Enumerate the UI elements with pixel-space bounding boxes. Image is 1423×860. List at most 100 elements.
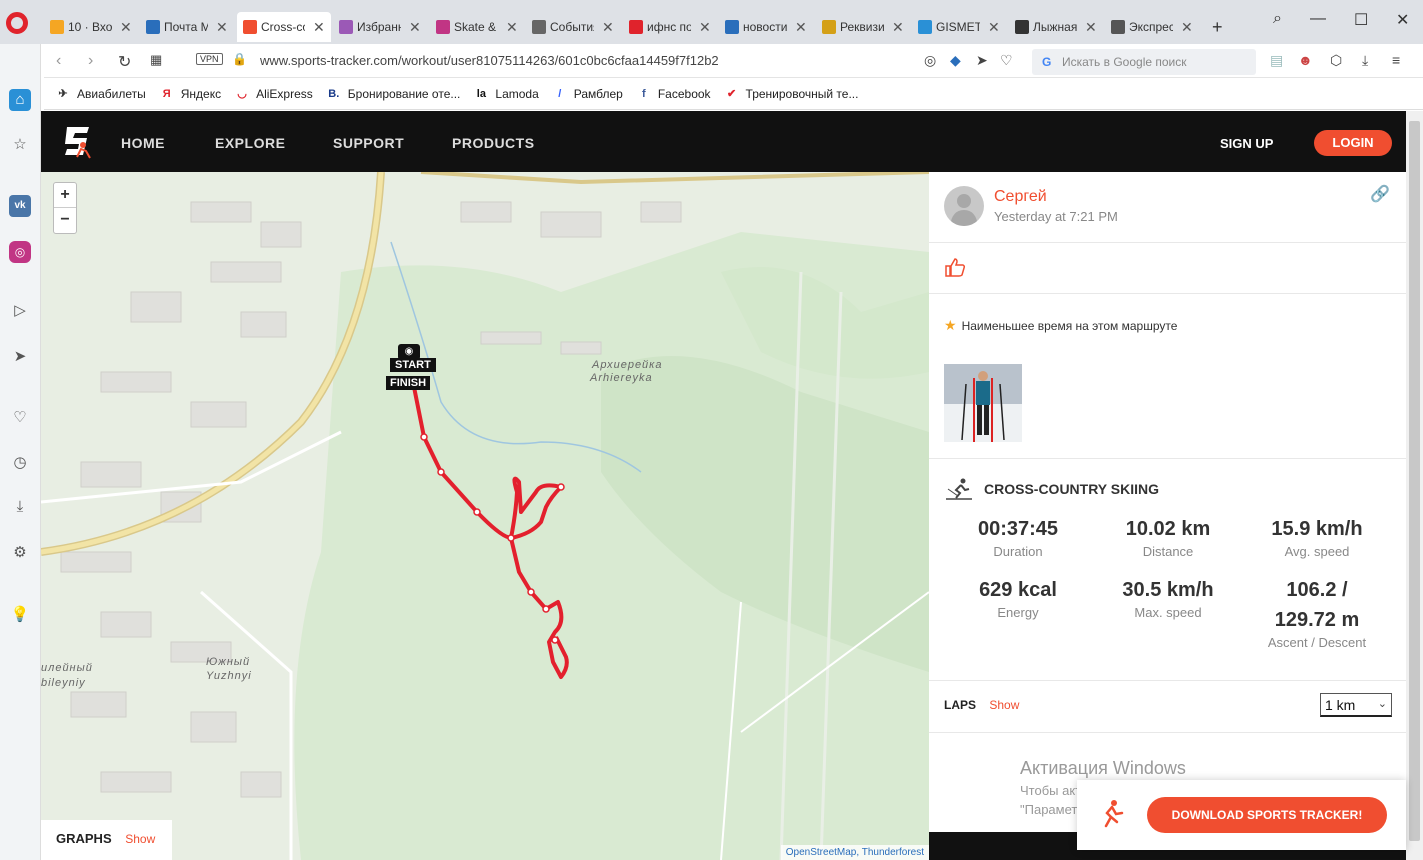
browser-sidebar: ⌂ ☆ vk ◎ ▷ ➤ ♡ ◷ ⤓ ⚙ 💡 [0,44,41,860]
snapshot-icon[interactable]: ◎ [924,52,936,69]
stat-ascent-descent: 106.2 / 129.72 m Ascent / Descent [1242,575,1392,650]
laps-distance-select[interactable]: 1 km ⌄ [1320,693,1392,717]
sports-tracker-logo[interactable] [63,123,93,159]
browser-tab[interactable]: GISMETEO ✕ [912,12,1006,42]
shield-icon[interactable]: ◆ [950,52,961,69]
downloads-icon[interactable]: ⤓ [9,496,31,518]
tab-label: Избранное [357,20,401,34]
bookmark-item[interactable]: la Lamoda [474,87,539,101]
skiing-icon [946,478,972,500]
nav-support[interactable]: SUPPORT [333,135,404,151]
nav-explore[interactable]: EXPLORE [215,135,285,151]
download-app-button[interactable]: DOWNLOAD SPORTS TRACKER! [1147,797,1387,833]
send-icon[interactable]: ➤ [9,346,31,368]
yandex-icon: Я [162,87,171,100]
send-icon[interactable]: ➤ [976,52,988,69]
opera-menu-icon[interactable] [6,12,28,34]
tips-icon[interactable]: 💡 [9,604,31,626]
nav-products[interactable]: PRODUCTS [452,135,535,151]
page-scrollbar[interactable] [1406,111,1423,860]
download-icon[interactable]: ⤓ [1362,52,1368,69]
start-marker[interactable]: START [390,358,436,372]
link-icon[interactable]: 🔗 [1370,184,1390,204]
vpn-badge[interactable]: VPN [196,53,223,65]
bookmark-item[interactable]: f Facebook [637,87,711,101]
tab-close-icon[interactable]: ✕ [216,19,228,36]
zoom-in-button[interactable]: + [54,183,76,208]
tab-close-icon[interactable]: ✕ [1181,19,1193,36]
tab-close-icon[interactable]: ✕ [120,19,132,36]
browser-tab[interactable]: Экспресс ✕ [1105,12,1199,42]
tab-label: Skate & classic [454,20,498,34]
back-icon[interactable]: ‹ [56,52,61,70]
extension-icon[interactable]: ▤ [1270,52,1283,69]
url-field[interactable]: www.sports-tracker.com/workout/user81075… [260,53,719,68]
new-tab-icon[interactable]: + [1206,12,1229,42]
user-silhouette-icon [950,194,978,226]
avatar-extension-icon[interactable]: ☻ [1298,52,1313,68]
speed-dial-icon[interactable]: ▦ [150,52,162,68]
route-record: ★ Наименьшее время на этом маршруте [944,317,1177,334]
browser-tab[interactable]: Реквизиты ✕ [816,12,910,42]
search-tabs-icon[interactable]: ⌕ [1273,10,1282,28]
user-name[interactable]: Сергей [994,188,1047,206]
browser-tab[interactable]: События ✕ [526,12,620,42]
zoom-out-button[interactable]: − [54,208,76,233]
bookmark-item[interactable]: B. Бронирование оте... [327,87,460,101]
close-window-icon[interactable]: ✕ [1396,10,1409,30]
easy-setup-icon[interactable]: ≡ [1392,52,1400,68]
vk-icon[interactable]: vk [9,195,31,217]
history-icon[interactable]: ◷ [9,452,31,474]
graphs-show-link[interactable]: Show [125,832,155,846]
route-map[interactable]: + − ◉ START FINISH Архиерейка Arhiereyka… [41,172,929,860]
tab-close-icon[interactable]: ✕ [1085,19,1097,36]
browser-tab[interactable]: Избранное ✕ [333,12,427,42]
browser-tab[interactable]: новости ✕ [719,12,813,42]
tab-close-icon[interactable]: ✕ [313,19,325,36]
minimize-icon[interactable]: — [1310,10,1326,28]
finish-marker[interactable]: FINISH [386,376,431,390]
tab-close-icon[interactable]: ✕ [795,19,807,36]
nav-home[interactable]: HOME [121,135,165,151]
signup-link[interactable]: SIGN UP [1220,136,1273,151]
lock-icon[interactable]: 🔒 [232,52,247,66]
maximize-icon[interactable]: ☐ [1354,10,1368,30]
place-label: Архиерейка [592,359,663,371]
tab-close-icon[interactable]: ✕ [699,19,711,36]
bookmark-item[interactable]: ✈ Авиабилеты [56,87,145,101]
browser-tab[interactable]: ифнс по ✕ [623,12,717,42]
browser-tab[interactable]: Skate & classic ✕ [430,12,524,42]
bookmark-item[interactable]: Я Яндекс [160,87,221,101]
bookmark-item[interactable]: ◡ AliExpress [235,87,313,101]
like-icon[interactable] [944,256,966,278]
player-icon[interactable]: ▷ [9,300,31,322]
scrollbar-thumb[interactable] [1409,121,1420,841]
browser-tab[interactable]: Лыжная ✕ [1009,12,1103,42]
avatar[interactable] [944,186,984,226]
laps-show-link[interactable]: Show [989,698,1019,712]
heart-icon[interactable]: ♡ [9,407,31,429]
home-icon[interactable]: ⌂ [9,89,31,111]
reload-icon[interactable]: ↻ [118,52,131,72]
instagram-icon[interactable]: ◎ [9,241,31,263]
browser-tab[interactable]: Почта Mail.ru ✕ [140,12,234,42]
tab-close-icon[interactable]: ✕ [988,19,1000,36]
workout-photo[interactable] [944,364,1022,442]
browser-tab[interactable]: Cross-country ✕ [237,12,331,42]
bookmark-item[interactable]: / Рамблер [553,87,623,101]
login-button[interactable]: LOGIN [1314,130,1392,156]
browser-tab[interactable]: 10 · Входящие ✕ [44,12,138,42]
tab-close-icon[interactable]: ✕ [409,19,421,36]
bookmark-item[interactable]: ✔ Тренировочный те... [725,87,859,101]
forward-icon[interactable]: › [88,52,93,70]
google-search-input[interactable]: G Искать в Google поиск [1032,49,1256,75]
heart-icon[interactable]: ♡ [1000,52,1013,69]
tab-close-icon[interactable]: ✕ [602,19,614,36]
stat-value-secondary: 129.72 m [1274,609,1360,631]
tab-close-icon[interactable]: ✕ [506,19,518,36]
settings-icon[interactable]: ⚙ [9,542,31,564]
cube-icon[interactable]: ⬡ [1330,52,1342,69]
star-icon[interactable]: ☆ [9,134,31,156]
tab-close-icon[interactable]: ✕ [892,19,904,36]
map-attribution[interactable]: OpenStreetMap, Thunderforest [780,845,929,860]
